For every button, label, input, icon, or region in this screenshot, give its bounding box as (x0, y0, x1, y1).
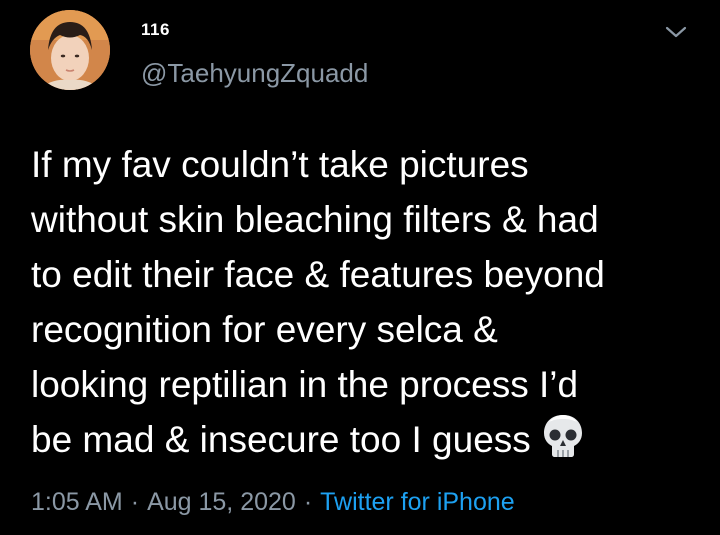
display-name[interactable]: 116 (141, 20, 170, 40)
tweet-text: If my fav couldn’t take pictures without… (31, 137, 701, 467)
tweet-text-content: If my fav couldn’t take pictures without… (31, 144, 605, 460)
tweet-metadata: 1:05 AM · Aug 15, 2020 · Twitter for iPhone (31, 488, 515, 517)
avatar[interactable] (30, 10, 110, 90)
chevron-down-icon[interactable] (664, 22, 688, 42)
separator-dot: · (130, 488, 140, 516)
user-handle[interactable]: @TaehyungZquadd (141, 58, 368, 89)
tweet-source-link[interactable]: Twitter for iPhone (320, 488, 515, 516)
tweet-time[interactable]: 1:05 AM (31, 488, 123, 516)
tweet-date[interactable]: Aug 15, 2020 (147, 488, 296, 516)
separator-dot: · (303, 488, 313, 516)
tweet-card: 116 @TaehyungZquadd If my fav couldn’t t… (0, 0, 720, 535)
skull-icon (541, 412, 585, 460)
